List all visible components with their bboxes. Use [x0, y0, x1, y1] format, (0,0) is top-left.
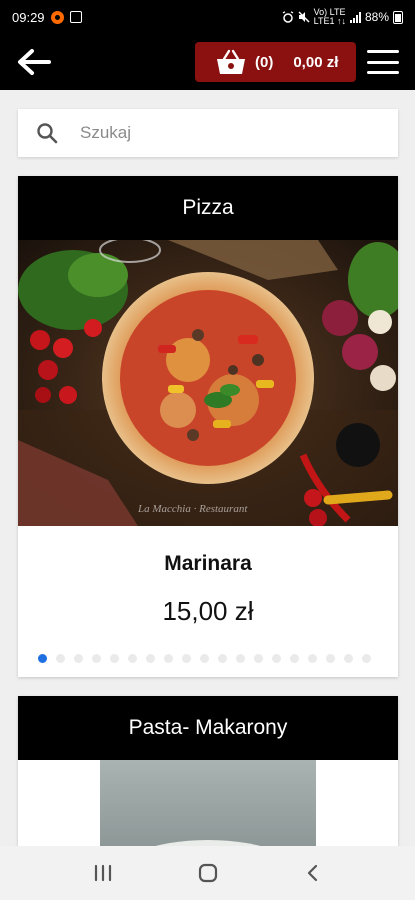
search-input[interactable]: [80, 123, 360, 143]
gallery-notification-icon: [69, 11, 82, 23]
carousel-dot[interactable]: [290, 654, 299, 663]
carousel-dot[interactable]: [38, 654, 47, 663]
carousel-dot[interactable]: [236, 654, 245, 663]
category-card-pizza[interactable]: Pizza La Macchia · Restaurant Marinara 1…: [18, 176, 398, 677]
carousel-dot[interactable]: [362, 654, 371, 663]
home-icon[interactable]: [197, 862, 219, 884]
system-nav-bar: [0, 846, 415, 900]
battery-percent: 88%: [364, 10, 389, 24]
product-name[interactable]: Marinara: [18, 552, 398, 576]
carousel-dot[interactable]: [308, 654, 317, 663]
carousel-dot[interactable]: [128, 654, 137, 663]
back-arrow-icon: [18, 49, 51, 75]
search-bar: [18, 109, 398, 157]
carousel-dot[interactable]: [326, 654, 335, 663]
status-bar: 09:29 Vo) LTE LTE1 ↑↓ 88%: [0, 0, 415, 34]
cart-button[interactable]: (0) 0,00 zł: [195, 42, 356, 82]
carousel-dot[interactable]: [200, 654, 209, 663]
back-nav-icon[interactable]: [302, 862, 324, 884]
carousel-dot[interactable]: [164, 654, 173, 663]
app-header: (0) 0,00 zł: [0, 34, 415, 90]
recents-icon[interactable]: [92, 863, 114, 883]
image-watermark: La Macchia · Restaurant: [137, 503, 248, 515]
carousel-dot[interactable]: [182, 654, 191, 663]
status-time: 09:29: [12, 9, 45, 25]
category-title[interactable]: Pasta- Makarony: [18, 696, 398, 760]
cart-count: (0): [255, 53, 274, 71]
app-notification-icon: [50, 10, 64, 24]
carousel-dot[interactable]: [218, 654, 227, 663]
cart-total: 0,00 zł: [293, 53, 339, 71]
basket-icon: [217, 49, 245, 74]
mute-icon: [298, 11, 310, 23]
carousel-dot[interactable]: [272, 654, 281, 663]
carousel-indicator: [38, 654, 371, 663]
carousel-dot[interactable]: [254, 654, 263, 663]
carousel-dot[interactable]: [56, 654, 65, 663]
carousel-dot[interactable]: [74, 654, 83, 663]
search-icon: [37, 123, 58, 144]
carousel-dot[interactable]: [110, 654, 119, 663]
category-title[interactable]: Pizza: [18, 176, 398, 240]
network-indicator: Vo) LTE LTE1 ↑↓: [313, 7, 346, 26]
back-button[interactable]: [14, 44, 54, 80]
signal-icon: [349, 11, 361, 23]
battery-icon: [393, 10, 403, 24]
carousel-dot[interactable]: [146, 654, 155, 663]
product-image[interactable]: La Macchia · Restaurant: [18, 240, 398, 526]
carousel-dot[interactable]: [92, 654, 101, 663]
product-price: 15,00 zł: [162, 596, 254, 626]
alarm-icon: [282, 11, 293, 23]
hamburger-menu-icon[interactable]: [367, 50, 399, 74]
carousel-dot[interactable]: [344, 654, 353, 663]
